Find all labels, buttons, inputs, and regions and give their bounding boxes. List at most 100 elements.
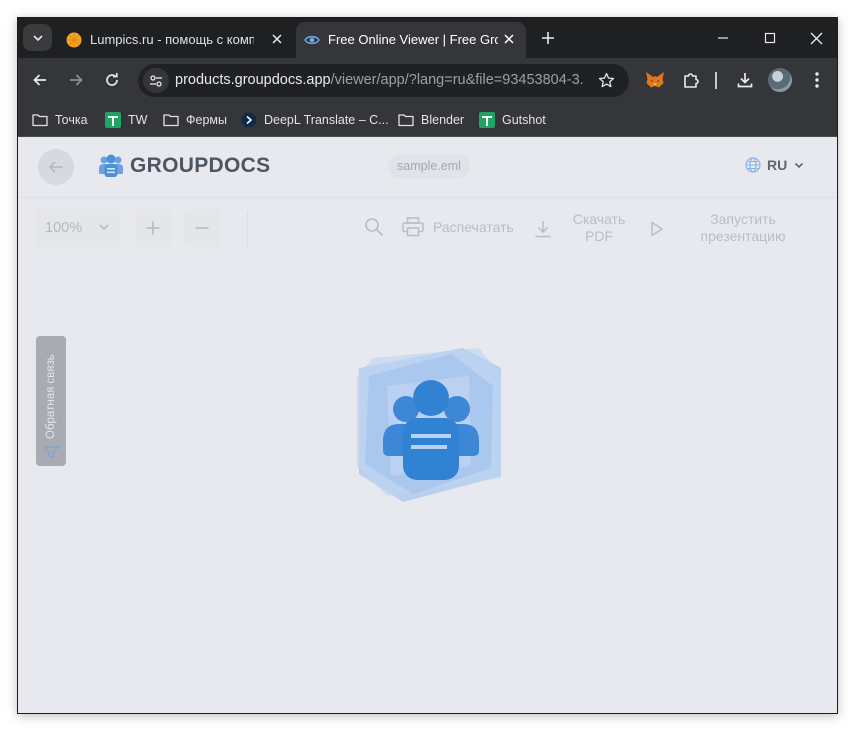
file-name-badge: sample.eml <box>388 154 470 179</box>
sheets-icon <box>105 112 121 128</box>
maximize-icon <box>764 32 776 44</box>
extensions-button[interactable] <box>678 67 704 93</box>
groupdocs-logo[interactable]: GROUPDOCS <box>98 154 270 178</box>
reload-icon <box>106 73 118 86</box>
forward-button[interactable] <box>63 67 89 93</box>
minus-icon <box>195 227 209 229</box>
bookmark-label: Blender <box>421 113 465 127</box>
chevron-down-icon <box>99 224 109 231</box>
print-button[interactable]: Распечатать <box>402 217 514 237</box>
back-button[interactable] <box>38 149 74 185</box>
folder-icon <box>398 112 414 128</box>
puzzle-icon <box>684 73 699 88</box>
tune-icon <box>150 74 162 87</box>
download-label-line1: Скачать <box>572 211 626 227</box>
close-tab-icon[interactable] <box>500 30 518 48</box>
profile-avatar[interactable] <box>768 68 792 92</box>
browser-window: Lumpics.ru - помощь с компьют Free Onlin… <box>17 17 838 714</box>
browser-toolbar: products.groupdocs.app/viewer/app/?lang=… <box>18 58 837 103</box>
presentation-label-line1: Запустить <box>710 211 776 227</box>
chevron-down-icon <box>795 162 804 169</box>
language-selector[interactable]: RU <box>745 157 805 173</box>
minimize-button[interactable] <box>711 26 735 50</box>
presentation-label-line2: презентацию <box>700 228 786 244</box>
toolbar-divider <box>247 211 248 247</box>
close-tab-icon[interactable] <box>268 30 286 48</box>
megaphone-icon <box>43 446 59 459</box>
more-vertical-icon <box>815 72 819 88</box>
bookmark-fermy[interactable]: Фермы <box>163 110 227 130</box>
address-bar[interactable]: products.groupdocs.app/viewer/app/?lang=… <box>138 64 629 97</box>
tab-title: Lumpics.ru - помощь с компьют <box>90 32 254 47</box>
tab-title: Free Online Viewer | Free Group <box>328 32 498 47</box>
printer-icon <box>402 217 424 237</box>
loading-cube-icon <box>357 348 501 502</box>
play-icon <box>651 221 663 237</box>
deepl-icon <box>241 112 257 128</box>
tab-groupdocs-viewer[interactable]: Free Online Viewer | Free Group <box>296 22 526 58</box>
arrow-left-icon <box>48 161 63 173</box>
tab-lumpics[interactable]: Lumpics.ru - помощь с компьют <box>58 22 294 58</box>
url-path: /viewer/app/?lang=ru&file=93453804-3... <box>330 72 585 88</box>
folder-icon <box>32 112 48 128</box>
arrow-right-icon <box>70 74 83 86</box>
search-button[interactable] <box>364 217 384 237</box>
feedback-tab[interactable]: Обратная связь <box>36 336 66 466</box>
reload-button[interactable] <box>99 67 125 93</box>
site-info-button[interactable] <box>143 68 169 93</box>
bookmarks-bar: Точка TW Фермы DeepL Translate – C... Bl… <box>18 103 837 137</box>
toolbar-separator <box>715 72 717 89</box>
close-icon <box>810 32 822 44</box>
download-icon <box>737 73 753 88</box>
globe-icon <box>745 157 761 173</box>
bookmark-label: Точка <box>55 113 88 127</box>
zoom-out-button[interactable] <box>184 209 220 247</box>
maximize-button[interactable] <box>758 26 782 50</box>
arrow-left-icon <box>33 74 46 86</box>
zoom-select[interactable]: 100% <box>35 209 121 247</box>
new-tab-button[interactable] <box>537 27 559 49</box>
plus-icon <box>542 32 554 44</box>
orange-circle-icon <box>66 32 82 48</box>
star-icon <box>598 72 614 87</box>
viewer-page: GROUPDOCS sample.eml RU 100% Распечатать <box>18 137 837 713</box>
download-pdf-button[interactable]: Скачать PDF <box>534 211 630 245</box>
language-label: RU <box>767 157 788 173</box>
menu-button[interactable] <box>804 67 830 93</box>
search-icon <box>365 218 384 237</box>
tab-search-button[interactable] <box>23 24 52 51</box>
start-presentation-button[interactable]: Запустить презентацию <box>649 211 799 245</box>
zoom-in-button[interactable] <box>135 209 171 247</box>
close-window-button[interactable] <box>804 26 828 50</box>
feedback-label: Обратная связь <box>45 354 57 439</box>
eye-icon <box>304 35 320 45</box>
header-divider <box>18 197 837 198</box>
plus-icon <box>146 221 160 235</box>
chevron-down-icon <box>33 35 42 41</box>
url-host: products.groupdocs.app <box>175 72 331 88</box>
downloads-button[interactable] <box>732 67 758 93</box>
bookmark-deepl[interactable]: DeepL Translate – C... <box>241 110 389 130</box>
bookmark-blender[interactable]: Blender <box>398 110 464 130</box>
bookmark-tochka[interactable]: Точка <box>32 110 88 130</box>
logo-text: GROUPDOCS <box>130 154 271 177</box>
zoom-value: 100% <box>45 220 83 236</box>
download-icon <box>535 221 551 238</box>
url-text[interactable]: products.groupdocs.app/viewer/app/?lang=… <box>175 72 585 89</box>
download-label-line2: PDF <box>585 228 613 244</box>
bookmark-tw[interactable]: TW <box>105 110 147 130</box>
bookmark-label: DeepL Translate – C... <box>264 113 389 127</box>
bookmark-label: Фермы <box>186 113 227 127</box>
metamask-extension-button[interactable] <box>642 67 668 93</box>
bookmark-star-button[interactable] <box>597 71 615 89</box>
print-label: Распечатать <box>433 219 514 235</box>
tab-strip: Lumpics.ru - помощь с компьют Free Onlin… <box>18 18 837 58</box>
back-button[interactable] <box>27 67 53 93</box>
minimize-icon <box>718 37 728 39</box>
bookmark-label: Gutshot <box>502 113 546 127</box>
sheets-icon <box>479 112 495 128</box>
groupdocs-people-icon <box>99 154 123 177</box>
bookmark-gutshot[interactable]: Gutshot <box>479 110 546 130</box>
bookmark-label: TW <box>128 113 148 127</box>
folder-icon <box>163 112 179 128</box>
